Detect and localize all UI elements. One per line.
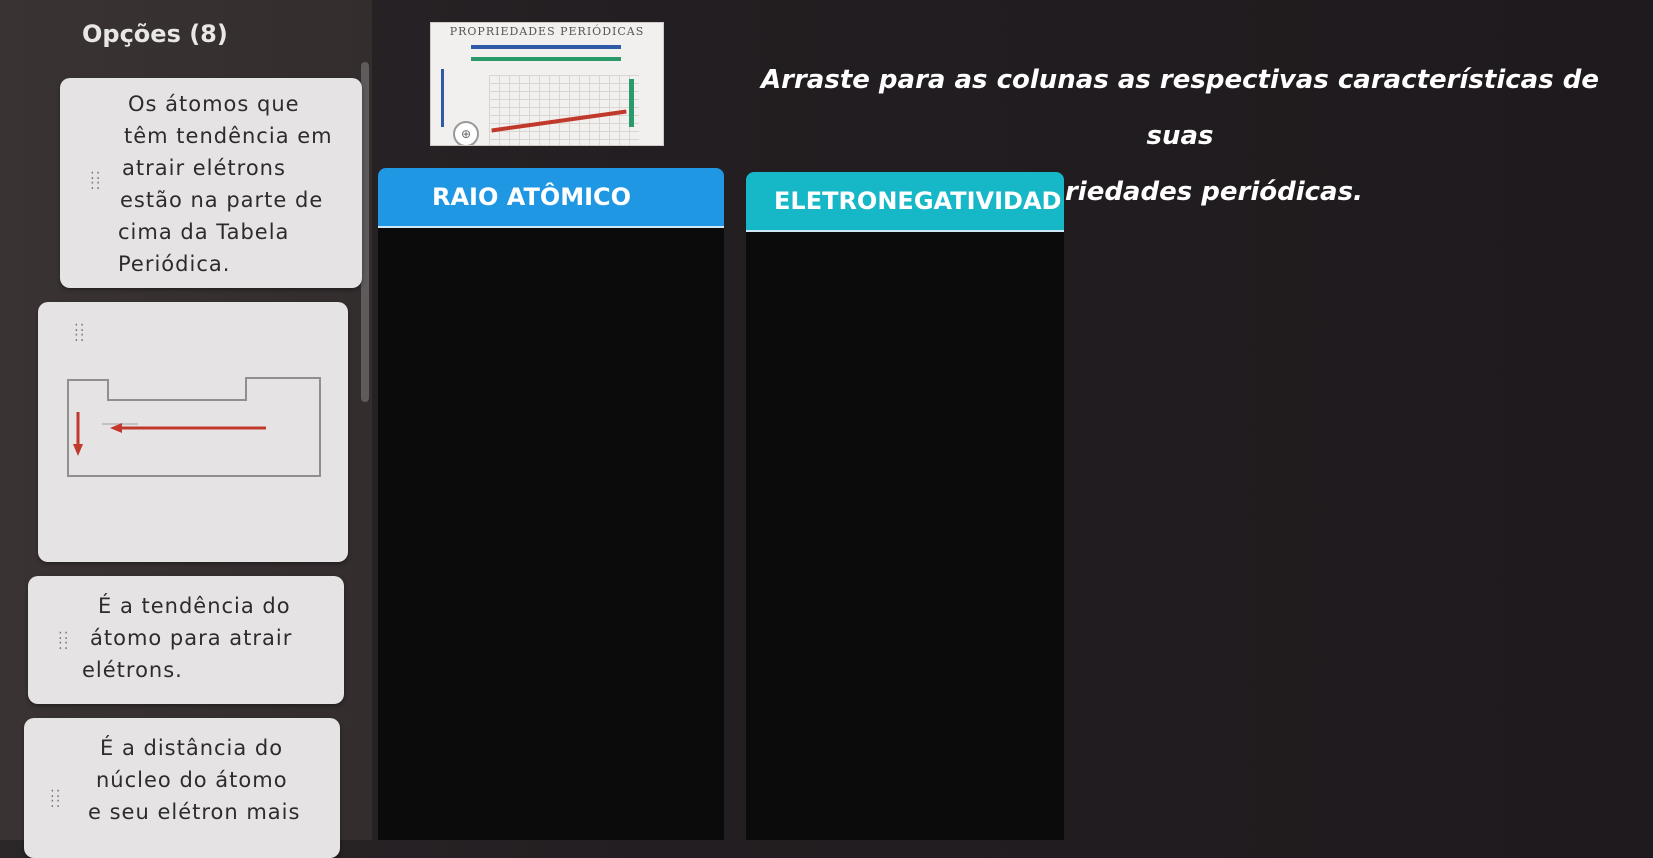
card-line: Os átomos que [128, 92, 300, 116]
drag-handle-icon[interactable]: :::: [50, 786, 61, 810]
drag-handle-icon[interactable]: :::: [90, 168, 101, 192]
drop-zone[interactable] [378, 226, 724, 840]
option-card-top-of-table[interactable]: :::: Os átomos que têm tendência em atra… [60, 78, 362, 288]
periodic-table-diagram [67, 377, 321, 477]
option-card-image[interactable]: :::: [38, 302, 348, 562]
card-line: atrair elétrons [122, 156, 286, 180]
drag-handle-icon[interactable]: :::: [58, 628, 69, 652]
card-line: É a tendência do [98, 594, 291, 618]
card-line: elétrons. [82, 658, 183, 682]
column-label: ELETRONEGATIVIDAD [774, 187, 1062, 215]
periodic-properties-figure[interactable]: PROPRIEDADES PERIÓDICAS ⊕ [430, 22, 664, 146]
column-label: RAIO ATÔMICO [432, 183, 632, 211]
card-line: núcleo do átomo [96, 768, 288, 792]
drop-column-atomic-radius[interactable]: RAIO ATÔMICO [378, 168, 724, 840]
drop-zone[interactable] [746, 230, 1064, 840]
column-header-electronegativity: ELETRONEGATIVIDAD [746, 172, 1064, 230]
zoom-icon[interactable]: ⊕ [453, 121, 479, 145]
card-line: e seu elétron mais [88, 800, 301, 824]
card-line: átomo para atrair [90, 626, 293, 650]
options-panel: Opções (8) :::: Os átomos que têm tendên… [0, 0, 372, 858]
card-line: Periódica. [118, 252, 231, 276]
card-line: cima da Tabela [118, 220, 290, 244]
drop-column-electronegativity[interactable]: ELETRONEGATIVIDAD [746, 172, 1064, 840]
card-line: estão na parte de [120, 188, 324, 212]
option-card-atomic-radius[interactable]: :::: É a distância do núcleo do átomo e … [24, 718, 340, 858]
card-line: É a distância do [100, 736, 284, 760]
column-header-atomic-radius: RAIO ATÔMICO [378, 168, 724, 226]
instruction-line: Arraste para as colunas as respectivas c… [761, 65, 1599, 151]
figure-title: PROPRIEDADES PERIÓDICAS [449, 25, 645, 38]
options-scrollbar[interactable] [361, 62, 369, 402]
options-title: Opções (8) [82, 20, 228, 48]
card-line: têm tendência em [124, 124, 333, 148]
option-card-electronegativity[interactable]: :::: É a tendência do átomo para atrair … [28, 576, 344, 704]
drag-handle-icon[interactable]: :::: [74, 320, 85, 344]
